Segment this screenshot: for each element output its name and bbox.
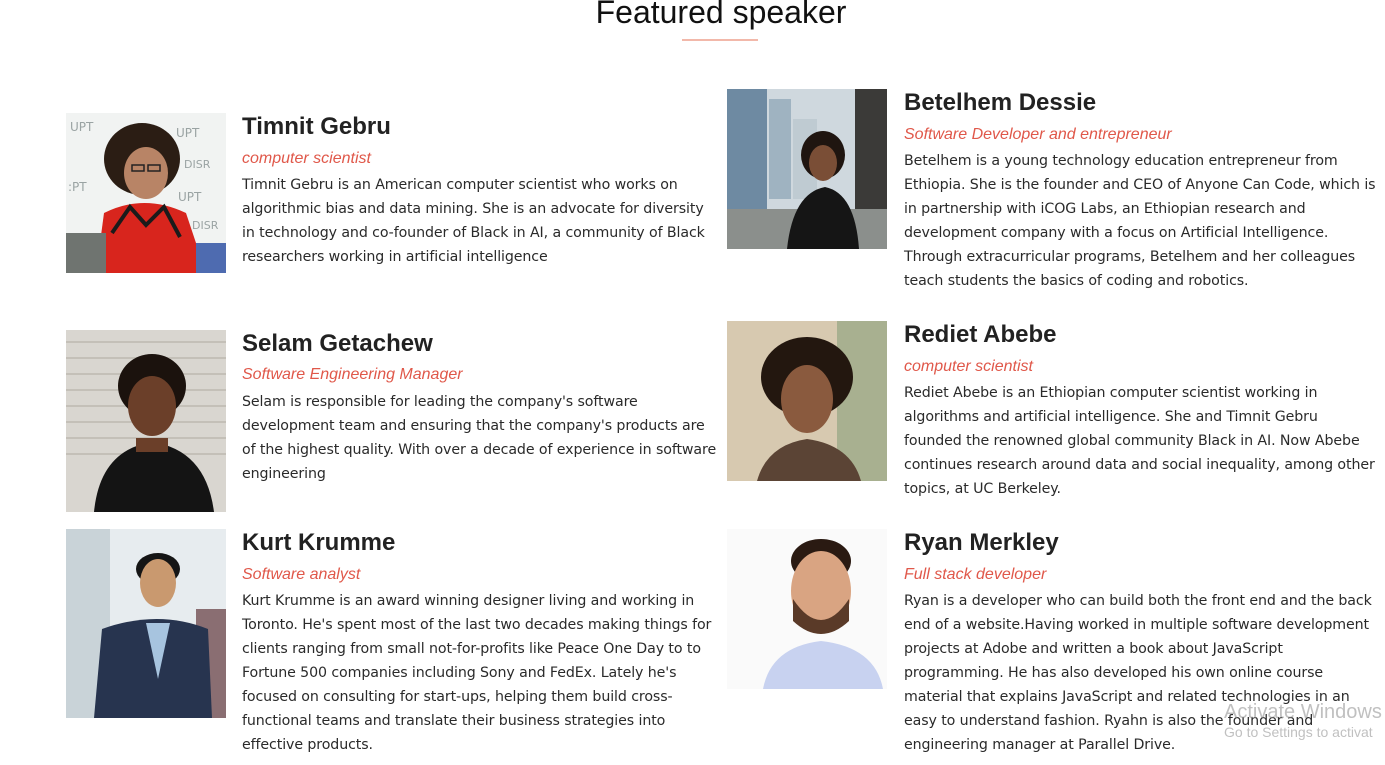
speaker-role: Software Developer and entrepreneur: [904, 126, 1172, 143]
speaker-photo: [727, 529, 887, 689]
speaker-bio: Selam is responsible for leading the com…: [242, 394, 717, 482]
speaker-bio: Betelhem is a young technology education…: [904, 153, 1376, 289]
speaker-role: computer scientist: [242, 150, 371, 167]
speaker-bio: Kurt Krumme is an award winning designer…: [242, 593, 712, 753]
speaker-name: Rediet Abebe: [904, 321, 1057, 348]
speaker-role: Full stack developer: [904, 566, 1047, 583]
svg-text:DISR: DISR: [184, 158, 211, 171]
speaker-role: Software analyst: [242, 566, 361, 583]
speaker-role: computer scientist: [904, 358, 1033, 375]
speaker-name: Selam Getachew: [242, 330, 433, 357]
speaker-name: Kurt Krumme: [242, 529, 396, 556]
svg-text::PT: :PT: [68, 180, 87, 194]
speaker-name: Ryan Merkley: [904, 529, 1059, 556]
speaker-bio: Rediet Abebe is an Ethiopian computer sc…: [904, 385, 1375, 497]
svg-text:UPT: UPT: [178, 190, 202, 204]
speaker-photo: [66, 529, 226, 718]
svg-text:DISR: DISR: [192, 219, 219, 232]
speaker-photo: [727, 321, 887, 481]
speaker-name: Timnit Gebru: [242, 113, 391, 140]
svg-text:UPT: UPT: [176, 126, 200, 140]
speaker-role: Software Engineering Manager: [242, 366, 463, 383]
speaker-photo: UPT UPT DISR UPT DISR :PT: [66, 113, 226, 273]
speaker-bio: Timnit Gebru is an American computer sci…: [242, 177, 705, 265]
speaker-photo: [727, 89, 887, 249]
speaker-bio: Ryan is a developer who can build both t…: [904, 593, 1372, 753]
speaker-photo: [66, 330, 226, 512]
section-title: Featured speaker: [595, 0, 847, 30]
speaker-name: Betelhem Dessie: [904, 89, 1097, 116]
title-underline: [682, 39, 758, 41]
svg-text:UPT: UPT: [70, 120, 94, 134]
